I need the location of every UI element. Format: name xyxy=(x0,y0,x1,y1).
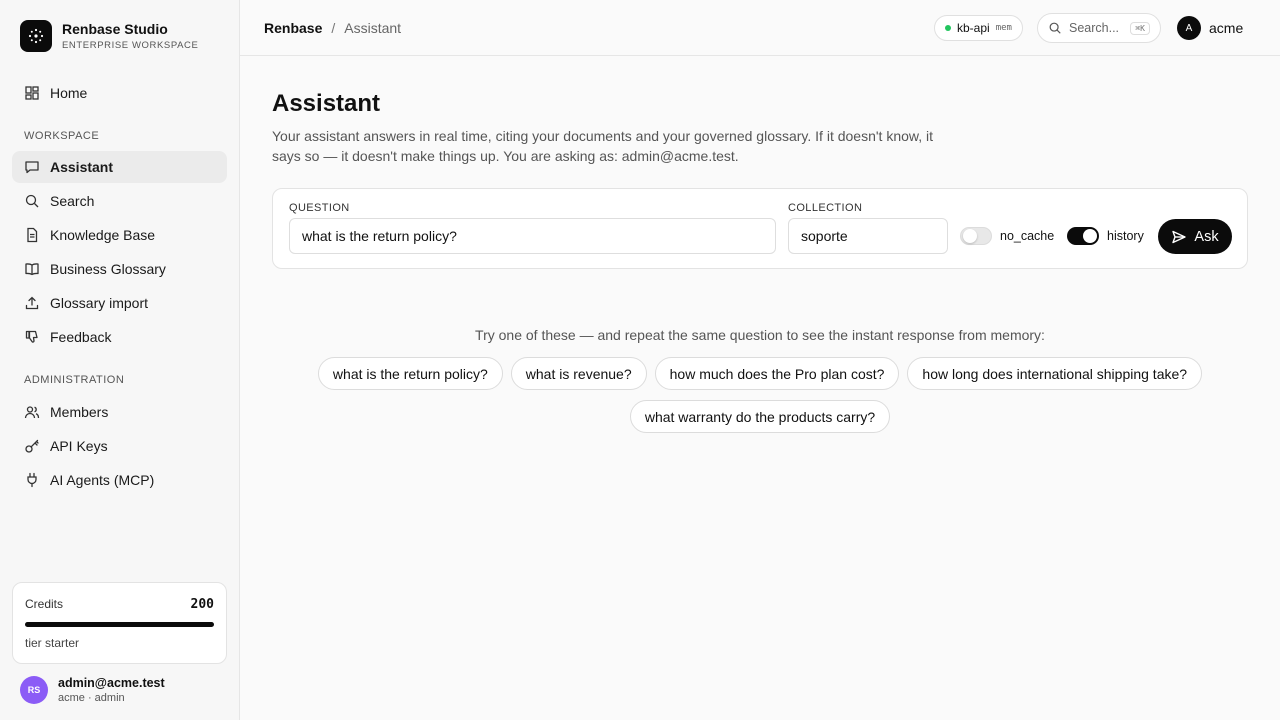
search-icon xyxy=(1049,22,1061,34)
no-cache-label: no_cache xyxy=(1000,229,1055,243)
breadcrumb-root[interactable]: Renbase xyxy=(264,20,322,36)
brand-name: Renbase Studio xyxy=(62,21,168,37)
sidebar-item-label: Home xyxy=(50,85,88,101)
breadcrumb: Renbase / Assistant xyxy=(264,20,401,36)
org-name: acme xyxy=(1209,20,1244,36)
toggle-knob xyxy=(963,229,977,243)
ask-button[interactable]: Ask xyxy=(1158,219,1232,254)
search-placeholder: Search... xyxy=(1069,21,1120,35)
breadcrumb-separator: / xyxy=(331,20,336,36)
toggle-knob xyxy=(1083,229,1097,243)
sidebar-item-label: Members xyxy=(50,404,109,420)
suggestion-list: what is the return policy? what is reven… xyxy=(272,357,1248,433)
status-dot-icon xyxy=(945,25,951,31)
plug-icon xyxy=(27,472,37,488)
sidebar-item-glossary-import[interactable]: Glossary import xyxy=(12,287,227,319)
document-icon xyxy=(27,227,38,243)
status-mode: mem xyxy=(995,23,1012,33)
sidebar-item-label: Feedback xyxy=(50,329,112,345)
user-profile[interactable]: RS admin@acme.test acme · admin xyxy=(20,676,165,704)
credits-progress-fill xyxy=(25,622,214,627)
user-email: admin@acme.test xyxy=(58,676,165,690)
sidebar-item-label: API Keys xyxy=(50,438,108,454)
history-toggle[interactable] xyxy=(1067,227,1099,245)
sidebar-item-feedback[interactable]: Feedback xyxy=(12,321,227,353)
suggestion-chip[interactable]: what is the return policy? xyxy=(317,357,503,390)
suggestions-hint: Try one of these — and repeat the same q… xyxy=(475,327,1045,343)
ask-label: Ask xyxy=(1194,228,1219,245)
send-icon xyxy=(1172,230,1187,243)
search-shortcut: ⌘K xyxy=(1130,21,1150,35)
user-role: acme · admin xyxy=(58,692,125,704)
credits-card: Credits 200 tier starter xyxy=(12,582,227,664)
users-icon xyxy=(24,406,40,419)
sidebar-item-label: AI Agents (MCP) xyxy=(50,472,155,488)
sidebar-item-ai-agents[interactable]: AI Agents (MCP) xyxy=(12,464,227,496)
sidebar-item-assistant[interactable]: Assistant xyxy=(12,151,227,183)
history-label: history xyxy=(1107,229,1144,243)
sidebar-item-label: Search xyxy=(50,193,95,209)
global-search[interactable]: Search... ⌘K xyxy=(1037,13,1161,43)
collection-input[interactable]: soporte xyxy=(788,218,948,254)
suggestion-chip[interactable]: how much does the Pro plan cost? xyxy=(654,357,900,390)
search-icon xyxy=(25,194,39,208)
section-label-workspace: WORKSPACE xyxy=(24,130,100,142)
topbar: Renbase / Assistant kb-api mem Search...… xyxy=(240,0,1280,56)
main-content: Assistant Your assistant answers in real… xyxy=(272,90,1248,433)
dashboard-icon xyxy=(25,86,39,100)
upload-icon xyxy=(25,296,39,310)
sidebar-item-knowledge-base[interactable]: Knowledge Base xyxy=(12,219,227,251)
brand-logo-icon xyxy=(20,20,52,52)
question-label: QUESTION xyxy=(289,202,350,214)
sidebar-item-label: Glossary import xyxy=(50,295,149,311)
sidebar-item-api-keys[interactable]: API Keys xyxy=(12,430,227,462)
brand[interactable]: Renbase Studio ENTERPRISE WORKSPACE xyxy=(20,20,198,52)
suggestion-chip[interactable]: what is revenue? xyxy=(510,357,647,390)
credits-progress-bar xyxy=(25,622,214,627)
avatar: RS xyxy=(20,676,48,704)
breadcrumb-current: Assistant xyxy=(344,20,402,36)
thumbs-down-icon xyxy=(25,330,38,343)
section-label-administration: ADMINISTRATION xyxy=(24,374,125,386)
no-cache-toggle[interactable] xyxy=(960,227,992,245)
suggestion-chip[interactable]: what warranty do the products carry? xyxy=(629,400,891,433)
question-form: QUESTION what is the return policy? COLL… xyxy=(272,188,1248,269)
org-avatar: A xyxy=(1177,16,1201,40)
collection-label: COLLECTION xyxy=(788,202,863,214)
sidebar-item-business-glossary[interactable]: Business Glossary xyxy=(12,253,227,285)
sidebar-item-label: Business Glossary xyxy=(50,261,166,277)
sidebar-item-search[interactable]: Search xyxy=(12,185,227,217)
status-name: kb-api xyxy=(957,21,990,35)
question-input[interactable]: what is the return policy? xyxy=(289,218,776,254)
sidebar-item-label: Knowledge Base xyxy=(50,227,156,243)
sidebar-item-members[interactable]: Members xyxy=(12,396,227,428)
sidebar: Renbase Studio ENTERPRISE WORKSPACE Home… xyxy=(0,0,240,720)
org-switcher[interactable]: A acme xyxy=(1177,16,1243,40)
status-badge[interactable]: kb-api mem xyxy=(934,15,1023,41)
key-icon xyxy=(25,439,39,453)
credits-label: Credits xyxy=(25,597,64,611)
brand-subtitle: ENTERPRISE WORKSPACE xyxy=(62,40,199,51)
sidebar-item-label: Assistant xyxy=(50,159,114,175)
suggestion-chip[interactable]: how long does international shipping tak… xyxy=(907,357,1203,390)
page-title: Assistant xyxy=(272,90,381,117)
page-description: Your assistant answers in real time, cit… xyxy=(272,128,934,164)
credits-value: 200 xyxy=(190,597,214,612)
book-icon xyxy=(25,263,39,276)
tier-label: tier starter xyxy=(25,636,80,650)
chat-icon xyxy=(25,161,39,174)
sidebar-item-home[interactable]: Home xyxy=(12,77,227,109)
